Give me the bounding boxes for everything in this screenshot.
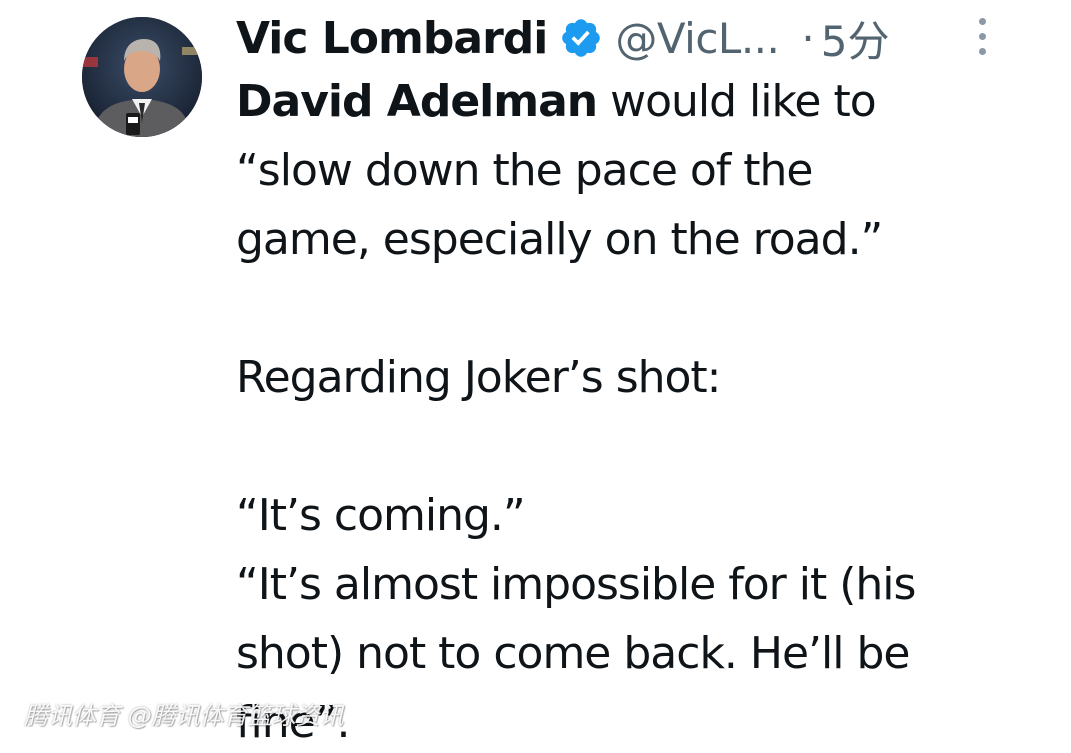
tweet-text-fragment: would like to — [597, 76, 877, 127]
more-options-button[interactable] — [970, 18, 994, 64]
vertical-ellipsis-dot — [978, 48, 986, 55]
author-handle[interactable]: @VicL... — [615, 14, 780, 63]
verified-badge-icon — [562, 19, 601, 57]
tweet-timestamp[interactable]: 5分 — [821, 8, 890, 69]
mentioned-name[interactable]: David Adelman — [236, 76, 598, 127]
tweet-text-line: “It’s almost impossible for it (his — [236, 559, 916, 610]
tweet-text-line: David Adelman would like to — [236, 72, 877, 132]
vertical-ellipsis-icon — [978, 18, 986, 25]
tweet-text-line: shot) not to come back. He’ll be — [236, 628, 910, 679]
vertical-ellipsis-dot — [978, 33, 986, 40]
avatar-photo — [82, 17, 202, 137]
tweet-text-line: “It’s coming.” — [236, 490, 526, 541]
tweet-text-line: Regarding Joker’s shot: — [236, 352, 722, 403]
tweet-text-line: “slow down the pace of the — [236, 145, 813, 196]
meta-separator: · — [801, 13, 815, 63]
tweet-text-line: game, especially on the road.” — [236, 214, 883, 265]
author-display-name[interactable]: Vic Lombardi — [236, 13, 548, 64]
watermark-overlay: 腾讯体育 @腾讯体育篮球资讯 — [24, 702, 344, 730]
tweet-header: Vic Lombardi @VicL... · 5分 — [236, 8, 889, 68]
author-avatar[interactable] — [82, 17, 202, 137]
